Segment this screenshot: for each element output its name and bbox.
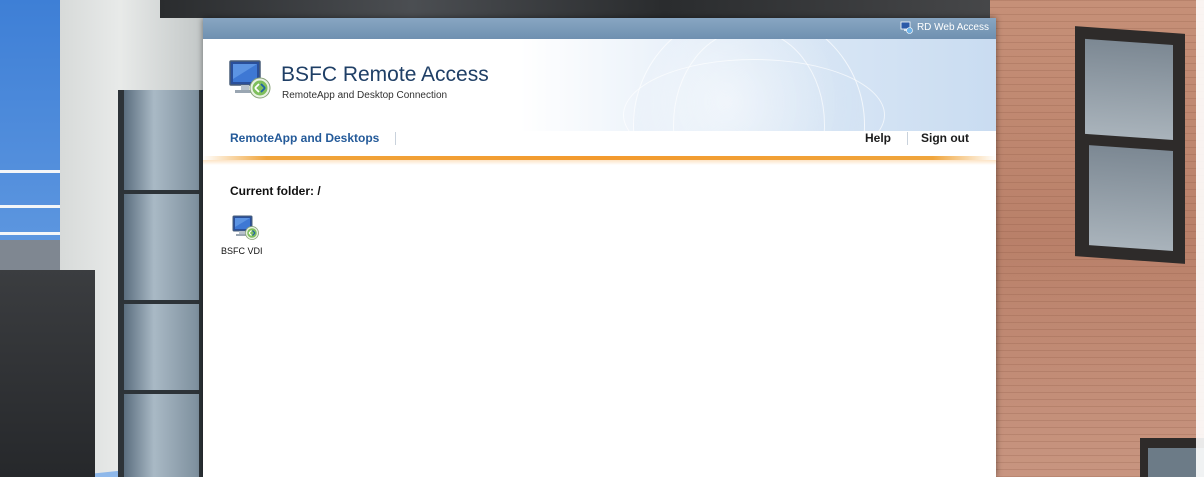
site-subtitle: RemoteApp and Desktop Connection [282, 90, 448, 101]
background-roofline [160, 0, 1000, 18]
background-window-pane [1089, 145, 1173, 252]
background-window [1075, 26, 1185, 264]
background-glass-mullion [118, 390, 203, 394]
site-title: BSFC Remote Access [281, 63, 489, 86]
background-building-shadow [0, 270, 95, 477]
background-glass-facade [118, 90, 203, 477]
background-glass-mullion [118, 300, 203, 304]
current-folder-label: Current folder: / [230, 184, 321, 198]
site-header: BSFC Remote Access RemoteApp and Desktop… [203, 39, 996, 131]
help-link[interactable]: Help [865, 131, 891, 145]
top-bar: RD Web Access [203, 18, 996, 39]
background-glass-mullion [118, 190, 203, 194]
rd-web-access-link[interactable]: RD Web Access [900, 21, 989, 34]
remote-desktop-icon [231, 214, 261, 242]
nav-divider [907, 132, 908, 145]
rd-web-access-icon [900, 21, 913, 34]
rd-web-access-label: RD Web Access [916, 22, 989, 33]
navigation-bar: RemoteApp and Desktops Help Sign out [203, 131, 996, 157]
sign-out-link[interactable]: Sign out [921, 131, 969, 145]
remote-resource-label: BSFC VDI [221, 246, 263, 256]
background-window-pane [1085, 38, 1173, 141]
remote-desktop-logo-icon [228, 57, 273, 102]
tab-remoteapp-and-desktops[interactable]: RemoteApp and Desktops [230, 131, 379, 145]
remote-resource-tile[interactable]: BSFC VDI [217, 214, 279, 264]
nav-divider [395, 132, 396, 145]
background-edge [1196, 0, 1204, 477]
nav-accent-glow [203, 160, 996, 165]
rd-web-access-panel: RD Web Access BSFC Remote Access RemoteA… [203, 18, 996, 477]
